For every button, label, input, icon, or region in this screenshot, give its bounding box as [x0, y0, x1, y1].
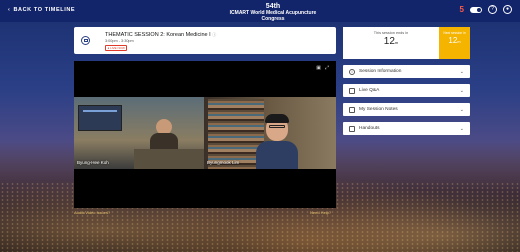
picture-in-picture-icon[interactable]: ▣ [316, 65, 321, 71]
live-qa-panel[interactable]: Live Q&A ⌄ [343, 84, 470, 97]
document-icon [349, 125, 355, 132]
panel-label: Handouts [359, 126, 380, 131]
chevron-down-icon: ⌄ [459, 68, 464, 75]
speaker2-glasses [269, 125, 285, 128]
speaker1-name: Byung-Hee Koh [77, 160, 109, 165]
chevron-down-icon: ⌄ [459, 87, 464, 94]
panel-label: Session Information [359, 69, 402, 74]
session-time: 3:00pm - 3:30pm [105, 39, 134, 43]
mode-toggle[interactable] [470, 6, 482, 13]
panel-label: My Session Notes [359, 107, 398, 112]
next-value: 12m [439, 36, 470, 45]
chat-icon [349, 87, 355, 94]
panel-label: Live Q&A [359, 88, 380, 93]
monitor-image [78, 105, 122, 131]
desk [134, 149, 204, 169]
audio-video-issues-link[interactable]: Audio/Video issues? [74, 210, 110, 215]
next-unit: m [457, 39, 461, 44]
need-help-link[interactable]: Need Help? [310, 210, 331, 215]
next-session-box: Next session in 12m [439, 27, 470, 59]
user-icon[interactable]: ● [503, 5, 512, 14]
chevron-down-icon: ⌄ [459, 106, 464, 113]
next-label: Next session in [443, 31, 466, 35]
session-title: THEMATIC SESSION 2: Korean Medicine I ⓘ [105, 32, 216, 38]
top-bar: ‹ BACK TO TIMELINE 54th ICMART World Med… [0, 0, 520, 22]
video-tile-speaker1: Byung-Hee Koh [74, 97, 204, 169]
help-icon[interactable]: ? [488, 5, 497, 14]
congress-logo: 54th ICMART World Medical Acupuncture Co… [222, 3, 324, 22]
back-to-timeline-button[interactable]: ‹ BACK TO TIMELINE [8, 7, 75, 13]
info-icon: i [349, 68, 355, 75]
back-label: BACK TO TIMELINE [13, 7, 76, 13]
session-title-text: THEMATIC SESSION 2: Korean Medicine I [105, 32, 211, 38]
notes-icon [349, 106, 355, 113]
ends-unit: m [394, 40, 399, 45]
ends-number: 12 [383, 36, 395, 47]
notification-count: 5 [459, 4, 464, 14]
screen-icon [81, 36, 90, 45]
ends-value: 12m [343, 36, 439, 47]
session-information-panel[interactable]: i Session Information ⌄ [343, 65, 470, 78]
logo-title: ICMART World Medical Acupuncture Congres… [229, 10, 317, 22]
handouts-panel[interactable]: Handouts ⌄ [343, 122, 470, 135]
speaker2-body [256, 141, 298, 169]
live-status-badge: ● LIVE NOW [105, 45, 128, 51]
session-timer: This session ends in 12m Next session in… [343, 27, 470, 59]
info-icon[interactable]: ⓘ [212, 32, 216, 37]
fullscreen-icon[interactable]: ⤢ [325, 65, 329, 71]
next-number: 12 [448, 36, 458, 45]
notification-button[interactable]: 5 [459, 4, 464, 14]
chevron-left-icon: ‹ [8, 7, 11, 13]
chevron-down-icon: ⌄ [459, 125, 464, 132]
video-player[interactable]: ▣ ⤢ Byung-Hee Koh Byungmook Lim [74, 61, 336, 208]
ends-label: This session ends in [373, 31, 409, 35]
session-card: THEMATIC SESSION 2: Korean Medicine I ⓘ … [74, 27, 336, 54]
video-tile-speaker2: Byungmook Lim [204, 97, 336, 169]
speaker2-name: Byungmook Lim [207, 160, 240, 165]
logo-edition: 54th [265, 3, 281, 10]
speaker2-hair [265, 114, 289, 123]
my-session-notes-panel[interactable]: My Session Notes ⌄ [343, 103, 470, 116]
